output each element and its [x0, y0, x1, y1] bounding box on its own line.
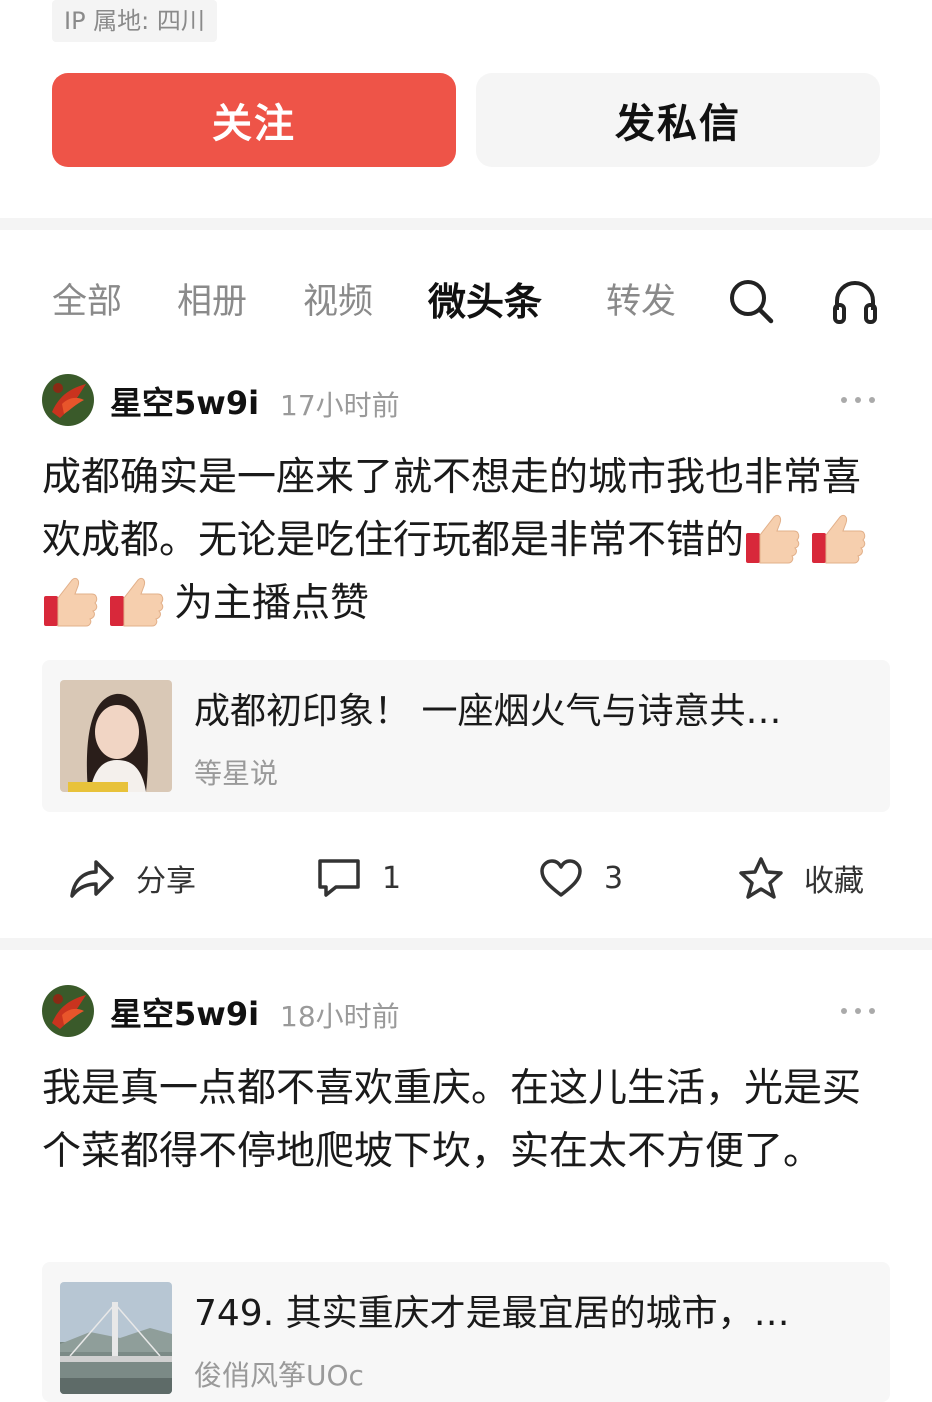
search-icon[interactable] — [726, 276, 776, 326]
section-divider — [0, 218, 932, 230]
like-button[interactable]: 3 — [538, 848, 623, 908]
post-actions: 分享 1 3 收藏 — [0, 848, 932, 908]
ip-location-tag: IP 属地: 四川 — [52, 0, 217, 42]
card-source: 俊俏风筝UOc — [194, 1359, 364, 1392]
post-text-tail: 为主播点赞 — [174, 581, 370, 626]
comment-button[interactable]: 1 — [316, 848, 401, 908]
card-title: 成都初印象！ 一座烟火气与诗意共… — [194, 691, 782, 732]
card-title: 749. 其实重庆才是最宜居的城市，… — [194, 1293, 790, 1334]
content-tabs: 全部 相册 视频 微头条 转发 — [0, 270, 932, 334]
post-author[interactable]: 星空5w9i — [110, 989, 259, 1035]
tab-video[interactable]: 视频 — [303, 270, 373, 334]
post-divider — [0, 938, 932, 950]
more-options-icon[interactable] — [838, 1001, 878, 1021]
linked-video-card[interactable]: 成都初印象！ 一座烟火气与诗意共… 等星说 — [42, 660, 890, 812]
video-thumbnail — [60, 680, 172, 792]
send-message-button[interactable]: 发私信 — [476, 73, 880, 167]
tab-all[interactable]: 全部 — [52, 270, 122, 334]
post-time: 18小时前 — [280, 1000, 400, 1033]
post-time: 17小时前 — [280, 389, 400, 422]
post-author[interactable]: 星空5w9i — [110, 378, 259, 424]
heart-icon — [540, 859, 582, 897]
thumbs-up-emoji — [746, 514, 800, 564]
post-body[interactable]: 成都确实是一座来了就不想走的城市我也非常喜欢成都。无论是吃住行玩都是非常不错的为… — [42, 446, 890, 635]
comment-count: 1 — [382, 860, 402, 896]
thumbs-up-emoji — [44, 577, 98, 627]
card-source: 等星说 — [194, 757, 279, 790]
headphones-icon[interactable] — [830, 276, 880, 326]
share-label: 分享 — [136, 864, 196, 899]
comment-icon — [318, 859, 360, 897]
tab-micro-headline[interactable]: 微头条 — [428, 270, 542, 334]
follow-button[interactable]: 关注 — [52, 73, 456, 167]
avatar[interactable] — [42, 374, 94, 426]
more-options-icon[interactable] — [838, 390, 878, 410]
thumbs-up-emoji — [812, 514, 866, 564]
post-text: 成都确实是一座来了就不想走的城市我也非常喜欢成都。无论是吃住行玩都是非常不错的 — [42, 455, 862, 563]
tab-album[interactable]: 相册 — [177, 270, 247, 334]
tab-repost[interactable]: 转发 — [606, 270, 676, 334]
avatar[interactable] — [42, 985, 94, 1037]
favorite-label: 收藏 — [804, 864, 864, 899]
like-count: 3 — [604, 860, 624, 896]
article-thumbnail — [60, 1282, 172, 1394]
star-icon — [739, 857, 783, 899]
share-button[interactable]: 分享 — [68, 848, 196, 908]
linked-article-card[interactable]: 749. 其实重庆才是最宜居的城市，… 俊俏风筝UOc — [42, 1262, 890, 1402]
favorite-button[interactable]: 收藏 — [738, 848, 864, 908]
share-icon — [70, 860, 114, 898]
post-body[interactable]: 我是真一点都不喜欢重庆。在这儿生活，光是买个菜都得不停地爬坡下坎，实在太不方便了… — [42, 1057, 890, 1183]
thumbs-up-emoji — [110, 577, 164, 627]
